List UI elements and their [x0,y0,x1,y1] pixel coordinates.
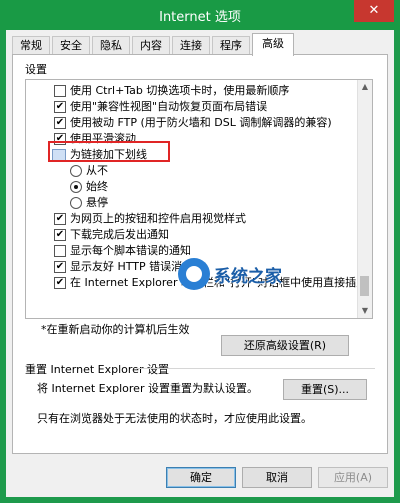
watermark-logo-icon [178,258,210,290]
checkbox[interactable]: ✔ [54,261,66,273]
watermark-text: 系统之家 [214,267,282,287]
setting-label: 使用"兼容性视图"自动恢复页面布局错误 [70,100,268,113]
apply-button[interactable]: 应用(A) [318,467,388,488]
ok-button[interactable]: 确定 [166,467,236,488]
setting-label: 使用 Ctrl+Tab 切换选项卡时，使用最新顺序 [70,84,290,97]
cancel-button[interactable]: 取消 [242,467,312,488]
scroll-thumb[interactable] [360,276,369,296]
checkbox[interactable]: ✔ [54,213,66,225]
radio-label: 始终 [86,180,108,193]
tab-content[interactable]: 内容 [132,36,170,55]
tab-programs[interactable]: 程序 [212,36,250,55]
scroll-down-icon[interactable]: ▼ [358,304,372,318]
divider [137,368,375,369]
restore-advanced-button[interactable]: 还原高级设置(R) [221,335,349,356]
scroll-up-icon[interactable]: ▲ [358,80,372,94]
advanced-panel: 设置 使用 Ctrl+Tab 切换选项卡时，使用最新顺序 ✔ 使用"兼容性视图"… [12,54,388,454]
reset-description: 将 Internet Explorer 设置重置为默认设置。 [37,382,258,395]
checkbox[interactable]: ✔ [54,101,66,113]
setting-label: 显示友好 HTTP 错误消息 [70,260,194,273]
radio-button[interactable] [70,165,82,177]
setting-label: 使用被动 FTP (用于防火墙和 DSL 调制解调器的兼容) [70,116,332,129]
close-button[interactable]: ✕ [354,0,394,22]
reset-section-title: 重置 Internet Explorer 设置 [25,363,169,376]
settings-label: 设置 [25,63,47,76]
watermark: 系统之家 [178,258,328,294]
setting-label: 显示每个脚本错误的通知 [70,244,191,257]
setting-label: 为网页上的按钮和控件启用视觉样式 [70,212,246,225]
checkbox[interactable] [54,245,66,257]
title-bar: Internet 选项 ✕ [0,0,400,30]
highlight-box [48,141,170,162]
tab-general[interactable]: 常规 [12,36,50,55]
vertical-scrollbar[interactable]: ▲ ▼ [357,80,372,318]
radio-button[interactable] [70,181,82,193]
settings-list[interactable]: 使用 Ctrl+Tab 切换选项卡时，使用最新顺序 ✔ 使用"兼容性视图"自动恢… [25,79,373,319]
restart-note: *在重新启动你的计算机后生效 [41,323,190,336]
tab-security[interactable]: 安全 [52,36,90,55]
dialog-body: 常规 安全 隐私 内容 连接 程序 高级 设置 使用 Ctrl+Tab 切换选项… [6,30,394,497]
reset-note: 只有在浏览器处于无法使用的状态时，才应使用此设置。 [37,412,312,425]
radio-label: 悬停 [86,196,108,209]
setting-label: 下载完成后发出通知 [70,228,169,241]
checkbox[interactable]: ✔ [54,229,66,241]
window-title: Internet 选项 [159,10,241,25]
radio-button[interactable] [70,197,82,209]
tab-privacy[interactable]: 隐私 [92,36,130,55]
checkbox[interactable]: ✔ [54,277,66,289]
reset-button[interactable]: 重置(S)... [283,379,367,400]
tab-connections[interactable]: 连接 [172,36,210,55]
radio-label: 从不 [86,164,108,177]
checkbox[interactable] [54,85,66,97]
button-bar: 确定 取消 应用(A) [6,462,394,497]
checkbox[interactable]: ✔ [54,117,66,129]
tab-advanced[interactable]: 高级 [252,33,294,56]
